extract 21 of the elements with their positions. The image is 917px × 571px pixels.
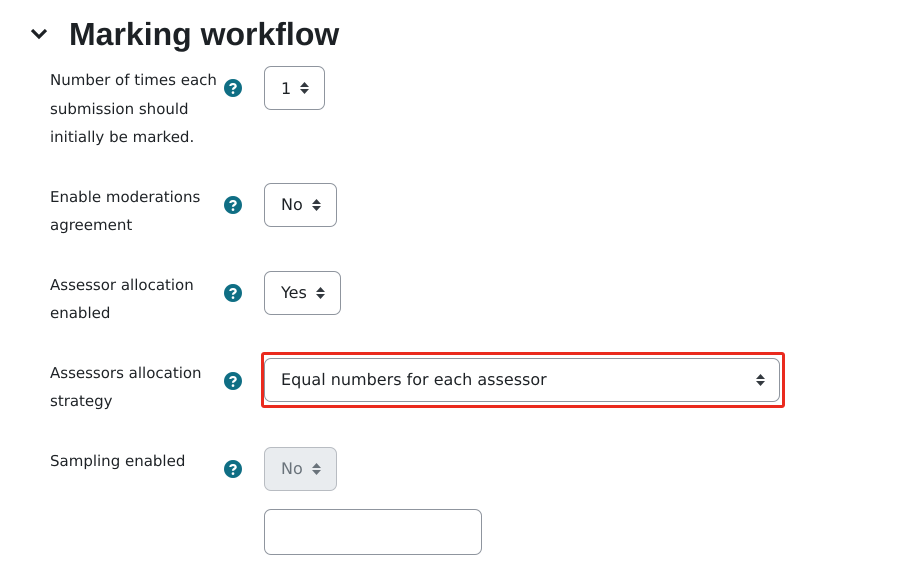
field-label: Assessor allocation enabled [50, 274, 195, 324]
select-dropdown[interactable]: Equal numbers for each assessor [264, 358, 780, 402]
sort-caret-icon [312, 198, 321, 212]
select-dropdown[interactable]: No [264, 182, 337, 226]
sort-caret-icon [316, 286, 325, 300]
field-label: Number of times each submission should initially be marked. [50, 70, 218, 148]
help-icon[interactable] [224, 196, 242, 214]
field-label: Assessors allocation strategy [50, 362, 203, 412]
select-dropdown[interactable]: 1 [264, 66, 326, 110]
field-label: Enable moderations agreement [50, 186, 202, 236]
sort-caret-icon [756, 372, 765, 386]
sort-caret-icon [300, 81, 310, 95]
help-icon[interactable] [224, 372, 242, 390]
field-label: Sampling enabled [50, 450, 186, 472]
section-title: Marking workflow [69, 15, 340, 54]
chevron-icon[interactable] [30, 28, 48, 40]
select-dropdown[interactable] [264, 508, 482, 554]
select-dropdown[interactable]: Yes [264, 270, 341, 314]
help-icon[interactable] [224, 79, 242, 97]
sort-caret-icon [312, 462, 321, 476]
help-icon[interactable] [224, 284, 242, 302]
